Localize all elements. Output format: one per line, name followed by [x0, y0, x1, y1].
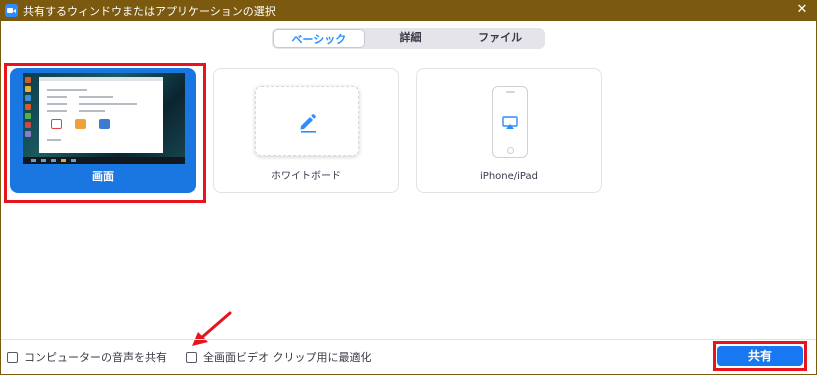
screen-highlight-annotation: [4, 63, 206, 203]
tab-advanced[interactable]: 詳細: [366, 28, 456, 49]
optimize-video-option[interactable]: 全画面ビデオ クリップ用に最適化: [186, 349, 372, 365]
title-bar: 共有するウィンドウまたはアプリケーションの選択 ✕: [0, 0, 817, 21]
share-highlight-annotation: [713, 341, 807, 371]
optimize-video-label: 全画面ビデオ クリップ用に最適化: [203, 351, 372, 364]
close-icon[interactable]: ✕: [793, 1, 811, 19]
whiteboard-tile-label: ホワイトボード: [271, 171, 341, 182]
share-audio-option[interactable]: コンピューターの音声を共有: [7, 349, 167, 365]
optimize-video-checkbox[interactable]: [186, 351, 197, 363]
airplay-icon: [502, 116, 518, 129]
share-audio-label: コンピューターの音声を共有: [24, 351, 167, 364]
tab-files[interactable]: ファイル: [455, 28, 545, 49]
share-tabs: ベーシック 詳細 ファイル: [272, 28, 545, 49]
tab-basic[interactable]: ベーシック: [273, 29, 365, 48]
bottom-divider: [1, 339, 816, 340]
pencil-icon: [300, 114, 316, 133]
ipad-tile-label: iPhone/iPad: [480, 171, 538, 182]
share-ipad-tile[interactable]: iPhone/iPad: [416, 68, 602, 193]
share-whiteboard-tile[interactable]: ホワイトボード: [213, 68, 399, 193]
zoom-app-icon: [5, 4, 18, 17]
whiteboard-preview: [255, 86, 359, 156]
share-audio-checkbox[interactable]: [7, 351, 18, 363]
window-title: 共有するウィンドウまたはアプリケーションの選択: [23, 5, 276, 18]
phone-outline: [492, 86, 528, 158]
red-arrow-annotation: [192, 311, 232, 346]
